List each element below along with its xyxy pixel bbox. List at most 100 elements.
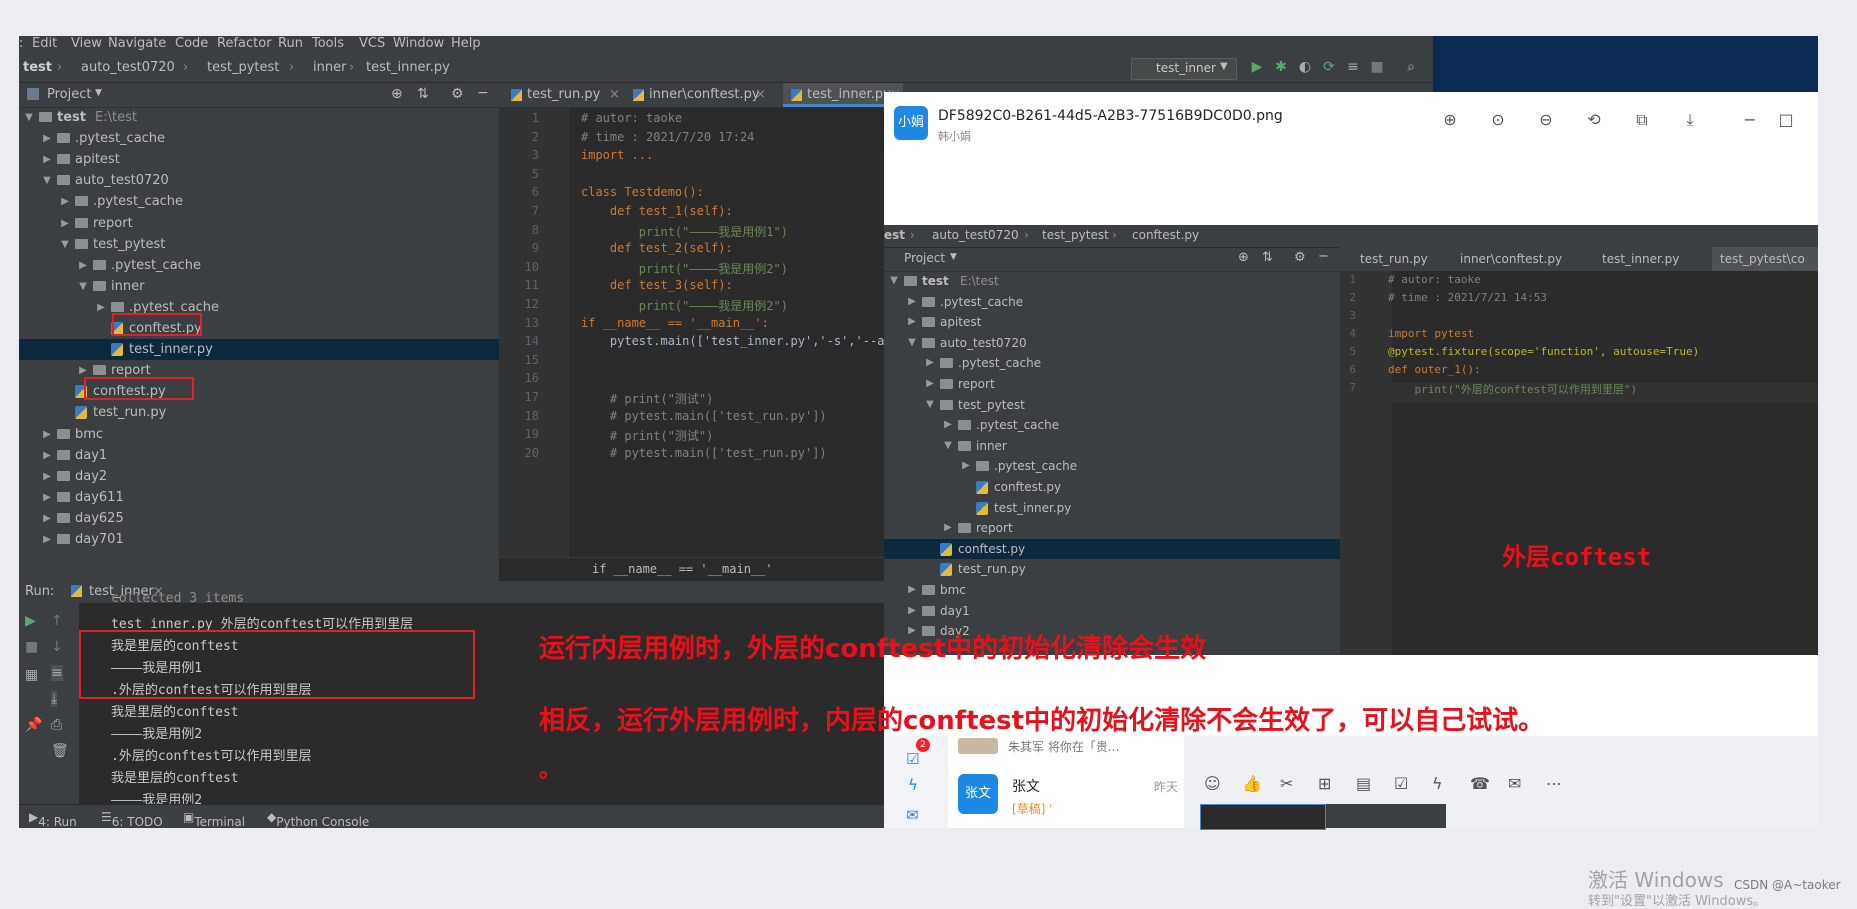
scroll-to-end-icon[interactable]: ⤓ [51,691,58,707]
tree-item[interactable]: ▶ day611 [19,487,499,508]
menu-run[interactable]: Run [278,36,303,51]
chevron-right-icon[interactable]: ▶ [59,213,71,234]
breadcrumb-root[interactable]: test [23,60,52,75]
soft-wrap-icon[interactable]: ≡ [51,665,63,681]
tree-item[interactable]: test_run.py [884,559,1364,580]
tree-item[interactable]: ▶ bmc [884,580,1364,601]
tree-item[interactable]: ▶ .pytest_cache [884,456,1364,477]
collapse-icon[interactable]: ⇅ [417,86,429,102]
tree-item[interactable]: ▶ apitest [19,149,499,170]
code-line[interactable]: def outer_1(): [1388,363,1481,376]
code-line[interactable]: def test_1(self): [581,204,733,218]
tree-item[interactable]: ▼ auto_test0720 [19,170,499,191]
code-line[interactable]: print("外层的conftest可以作用到里层") [1388,381,1637,397]
chevron-down-icon[interactable]: ▼ [77,276,89,297]
code-line[interactable]: # pytest.main(['test_run.py']) [581,446,827,460]
more-icon[interactable]: ⋯ [1546,774,1562,793]
menu-code[interactable]: Code [175,36,208,51]
code-line[interactable]: # autor: taoke [581,111,682,125]
rerun-icon[interactable]: ▶ [25,613,36,629]
run-config-dropdown[interactable]: test_inner ▼ [1131,58,1237,80]
chevron-right-icon[interactable]: ▶ [41,466,53,487]
chevron-down-icon[interactable]: ▼ [23,107,35,128]
tree-item[interactable]: ▼ inner [884,436,1364,457]
python-console-button[interactable]: ◆ Python Console [267,810,369,828]
chevron-right-icon[interactable]: ▶ [942,518,954,539]
tree-item[interactable]: ▶ day1 [884,601,1364,622]
tree-item[interactable]: ▶ report [19,213,499,234]
tree-item[interactable]: ▼ test_pytest [884,395,1364,416]
run-tool-button[interactable]: ▶ 4: Run [29,810,77,828]
chevron-right-icon[interactable]: ▶ [59,191,71,212]
tree-item[interactable]: ▶ .pytest_cache [19,191,499,212]
chevron-right-icon[interactable]: ▶ [41,149,53,170]
minimize-icon[interactable]: − [1740,110,1760,130]
original-size-icon[interactable]: ⊙ [1488,110,1508,130]
code-line[interactable]: # print("测试") [581,390,713,407]
chevron-right-icon[interactable]: ▶ [906,580,918,601]
image-thumbnail[interactable] [1200,804,1326,830]
chevron-right-icon[interactable]: ▶ [924,374,936,395]
menu-window[interactable]: Window [393,36,444,51]
chevron-down-icon[interactable]: ▼ [942,436,954,457]
lightning-icon[interactable]: ϟ [1432,774,1443,793]
tree-item[interactable]: test_inner.py [884,498,1364,519]
build-icon[interactable]: ≡ [1345,59,1361,75]
tree-item[interactable]: test_inner.py [19,339,499,361]
chevron-right-icon[interactable]: ▶ [41,529,53,550]
chevron-right-icon[interactable]: ▶ [41,508,53,529]
terminal-tool-button[interactable]: ▣ Terminal [183,810,245,828]
debug-icon[interactable]: ✱ [1273,59,1289,75]
chevron-right-icon[interactable]: ▶ [906,292,918,313]
tree-item[interactable]: conftest.py [19,318,499,339]
code-line[interactable]: # time : 2021/7/20 17:24 [581,130,754,144]
menu-tools[interactable]: Tools [312,36,344,51]
gear-icon[interactable]: ⚙ [451,86,464,102]
code-line[interactable]: # pytest.main(['test_run.py']) [581,409,827,423]
todo-tool-button[interactable]: ☰ 6: TODO [101,810,163,828]
tree-item[interactable]: ▼ test E:\test [19,107,499,128]
code-line[interactable]: if __name__ == '__main__': [581,316,769,330]
code-line[interactable]: # time : 2021/7/21 14:53 [1388,291,1547,304]
close-icon[interactable]: × [755,83,766,107]
code-line[interactable]: print("————我是用例1") [581,223,788,240]
emoji-icon[interactable]: ☺ [1204,774,1221,793]
layout-icon[interactable]: ▦ [25,667,38,683]
lightning-icon[interactable]: ϟ [908,776,918,794]
tree-item[interactable]: ▶ .pytest_cache [884,353,1364,374]
chevron-right-icon[interactable]: ▶ [41,445,53,466]
chevron-right-icon[interactable]: ▶ [960,456,972,477]
calendar-icon[interactable]: ▤ [1356,774,1371,793]
project-title[interactable]: Project [47,87,91,102]
search-icon[interactable]: ⌕ [1403,59,1419,75]
locate-icon[interactable]: ⊕ [391,86,403,102]
tree-item[interactable]: ▶ report [884,374,1364,395]
tree-item[interactable]: ▶ bmc [19,424,499,445]
chevron-down-icon[interactable]: ▼ [95,88,102,98]
code-line[interactable]: import ... [581,148,653,162]
code-line[interactable]: import pytest [1388,327,1474,340]
chevron-down-icon[interactable]: ▼ [888,271,900,292]
down-icon[interactable]: ↓ [51,639,63,655]
profile-icon[interactable]: ⟳ [1321,59,1337,75]
mail-icon[interactable]: ✉ [1508,774,1521,793]
menu-refactor[interactable]: Refactor [217,36,272,51]
chevron-down-icon[interactable]: ▼ [41,170,53,191]
chevron-right-icon[interactable]: ▶ [41,128,53,149]
tree-item[interactable]: ▼ inner [19,276,499,297]
zoom-in-icon[interactable]: ⊕ [1440,110,1460,130]
tree-item[interactable]: conftest.py [884,477,1364,498]
print-icon[interactable]: ⎙ [51,717,62,733]
code-line[interactable]: # print("测试") [581,427,713,444]
tree-item[interactable]: ▶ day1 [19,445,499,466]
code-line[interactable]: def test_2(self): [581,241,733,255]
chevron-down-icon[interactable]: ▼ [906,333,918,354]
stop-icon[interactable]: ■ [25,639,38,655]
code-line[interactable]: pytest.main(['test_inner.py','-s','--all… [581,334,906,348]
zoom-out-icon[interactable]: ⊖ [1536,110,1556,130]
breadcrumb-test-pytest[interactable]: test_pytest [207,60,279,75]
pin-icon[interactable]: 📌 [25,717,42,733]
tree-item[interactable]: ▶ day701 [19,529,499,550]
chevron-right-icon[interactable]: ▶ [924,353,936,374]
code-line[interactable]: print("————我是用例2") [581,297,788,314]
